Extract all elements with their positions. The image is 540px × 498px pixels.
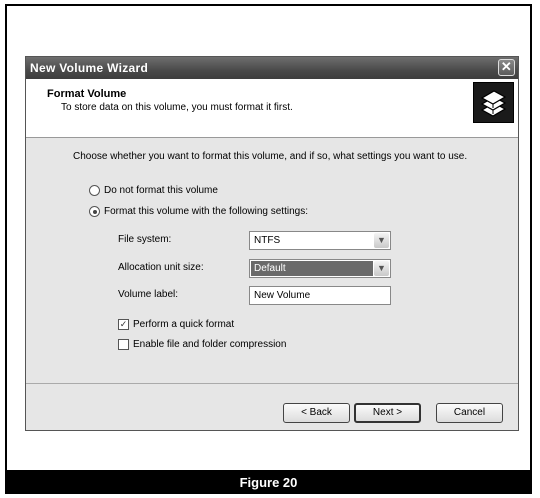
radio-label: Do not format this volume bbox=[104, 185, 218, 196]
intro-text: Choose whether you want to format this v… bbox=[73, 151, 468, 162]
volume-label-label: Volume label: bbox=[118, 289, 179, 300]
radio-button[interactable] bbox=[89, 185, 100, 196]
quick-format-checkbox[interactable]: ✓ Perform a quick format bbox=[118, 319, 234, 330]
allocation-unit-value: Default bbox=[251, 261, 373, 276]
allocation-unit-label: Allocation unit size: bbox=[118, 262, 204, 273]
button-bar: < Back Next > Cancel bbox=[26, 383, 518, 431]
window-title: New Volume Wizard bbox=[30, 61, 149, 75]
file-system-value: NTFS bbox=[254, 235, 281, 246]
page-subtitle: To store data on this volume, you must f… bbox=[61, 102, 293, 113]
title-bar[interactable]: New Volume Wizard ✕ bbox=[26, 57, 518, 79]
file-system-select[interactable]: NTFS ▼ bbox=[249, 231, 391, 250]
disk-stack-icon bbox=[473, 82, 514, 123]
back-button[interactable]: < Back bbox=[283, 403, 350, 423]
wizard-header: Format Volume To store data on this volu… bbox=[26, 79, 518, 138]
checkbox-unchecked[interactable] bbox=[118, 339, 129, 350]
cancel-button[interactable]: Cancel bbox=[436, 403, 503, 423]
checkbox-label: Perform a quick format bbox=[133, 319, 235, 330]
volume-label-input[interactable]: New Volume bbox=[249, 286, 391, 305]
compression-checkbox[interactable]: Enable file and folder compression bbox=[118, 339, 286, 350]
page-title: Format Volume bbox=[47, 88, 127, 100]
close-button[interactable]: ✕ bbox=[498, 59, 515, 76]
radio-label: Format this volume with the following se… bbox=[104, 206, 308, 217]
next-button[interactable]: Next > bbox=[354, 403, 421, 423]
wizard-content: Choose whether you want to format this v… bbox=[26, 138, 518, 383]
checkbox-checked[interactable]: ✓ bbox=[118, 319, 129, 330]
file-system-label: File system: bbox=[118, 234, 172, 245]
chevron-down-icon[interactable]: ▼ bbox=[374, 233, 389, 248]
radio-button-selected[interactable] bbox=[89, 206, 100, 217]
figure-caption: Figure 20 bbox=[5, 470, 532, 494]
radio-format-volume[interactable]: Format this volume with the following se… bbox=[89, 206, 308, 217]
chevron-down-icon[interactable]: ▼ bbox=[374, 261, 389, 276]
checkbox-label: Enable file and folder compression bbox=[133, 339, 287, 350]
radio-do-not-format[interactable]: Do not format this volume bbox=[89, 185, 218, 196]
close-icon: ✕ bbox=[500, 59, 513, 74]
allocation-unit-select[interactable]: Default ▼ bbox=[249, 259, 391, 278]
wizard-window: New Volume Wizard ✕ Format Volume To sto… bbox=[25, 56, 519, 431]
